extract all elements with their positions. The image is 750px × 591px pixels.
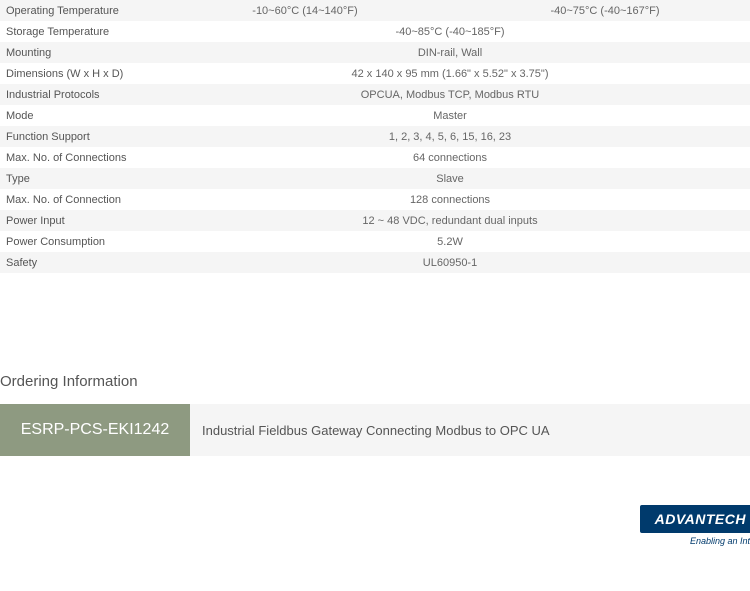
ordering-title: Ordering Information [0, 373, 750, 390]
table-row: Dimensions (W x H x D) 42 x 140 x 95 mm … [0, 63, 750, 84]
table-row: Storage Temperature -40~85°C (-40~185°F) [0, 21, 750, 42]
spec-value: 1, 2, 3, 4, 5, 6, 15, 16, 23 [150, 126, 750, 147]
spec-label: Dimensions (W x H x D) [0, 63, 150, 84]
spec-label: Storage Temperature [0, 21, 150, 42]
spec-value: 5.2W [150, 231, 750, 252]
table-row: Function Support 1, 2, 3, 4, 5, 6, 15, 1… [0, 126, 750, 147]
table-row: Max. No. of Connection 128 connections [0, 189, 750, 210]
logo-text: ADVANTECH [640, 505, 750, 533]
spec-label: Mode [0, 105, 150, 126]
spec-value: OPCUA, Modbus TCP, Modbus RTU [150, 84, 750, 105]
table-row: Mode Master [0, 105, 750, 126]
ordering-row: ESRP-PCS-EKI1242 Industrial Fieldbus Gat… [0, 404, 750, 456]
table-row: Power Consumption 5.2W [0, 231, 750, 252]
spec-value: -10~60°C (14~140°F) [150, 0, 460, 21]
spec-value: UL60950-1 [150, 252, 750, 273]
table-row: Industrial Protocols OPCUA, Modbus TCP, … [0, 84, 750, 105]
spec-value: 42 x 140 x 95 mm (1.66" x 5.52" x 3.75") [150, 63, 750, 84]
spec-label: Industrial Protocols [0, 84, 150, 105]
spec-label: Mounting [0, 42, 150, 63]
spec-value: 128 connections [150, 189, 750, 210]
spec-value: Master [150, 105, 750, 126]
table-row: Max. No. of Connections 64 connections [0, 147, 750, 168]
table-row: Type Slave [0, 168, 750, 189]
spec-value: -40~85°C (-40~185°F) [150, 21, 750, 42]
spec-label: Power Consumption [0, 231, 150, 252]
spec-label: Type [0, 168, 150, 189]
ordering-section: Ordering Information ESRP-PCS-EKI1242 In… [0, 373, 750, 456]
table-row: Mounting DIN-rail, Wall [0, 42, 750, 63]
spec-label: Function Support [0, 126, 150, 147]
spec-label: Safety [0, 252, 150, 273]
spec-table: Operating Temperature -10~60°C (14~140°F… [0, 0, 750, 273]
spec-value: 12 ~ 48 VDC, redundant dual inputs [150, 210, 750, 231]
spec-label: Max. No. of Connection [0, 189, 150, 210]
table-row: Operating Temperature -10~60°C (14~140°F… [0, 0, 750, 21]
spec-value: 64 connections [150, 147, 750, 168]
table-row: Power Input 12 ~ 48 VDC, redundant dual … [0, 210, 750, 231]
spec-value: DIN-rail, Wall [150, 42, 750, 63]
ordering-desc: Industrial Fieldbus Gateway Connecting M… [190, 404, 750, 456]
ordering-code: ESRP-PCS-EKI1242 [0, 404, 190, 456]
spec-label: Max. No. of Connections [0, 147, 150, 168]
table-row: Safety UL60950-1 [0, 252, 750, 273]
spec-label: Power Input [0, 210, 150, 231]
advantech-logo: ADVANTECH Enabling an Int [640, 505, 750, 546]
spec-label: Operating Temperature [0, 0, 150, 21]
spec-value: -40~75°C (-40~167°F) [460, 0, 750, 21]
spec-value: Slave [150, 168, 750, 189]
logo-tagline: Enabling an Int [640, 536, 750, 546]
